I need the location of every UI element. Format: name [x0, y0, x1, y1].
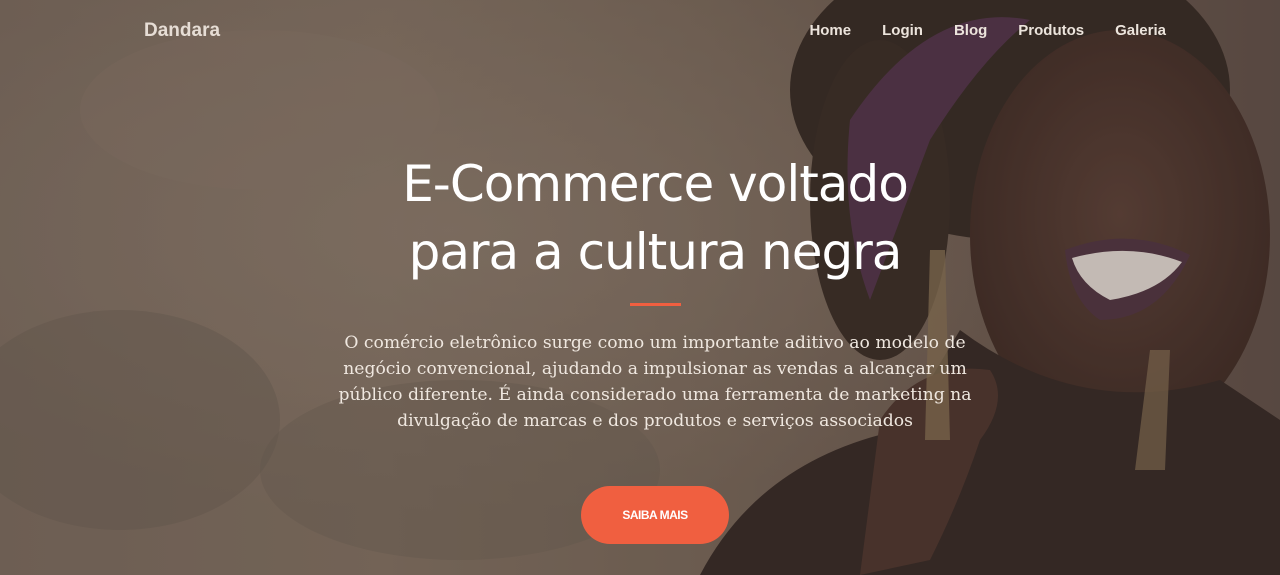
hero-description: O comércio eletrônico surge como um impo…	[338, 333, 972, 431]
headline-divider	[630, 303, 681, 306]
hero-section: Dandara Home Login Blog Produtos Galeria…	[0, 0, 1280, 575]
main-nav: Home Login Blog Produtos Galeria	[809, 22, 1166, 39]
nav-link-blog[interactable]: Blog	[954, 22, 987, 39]
nav-link-galeria[interactable]: Galeria	[1115, 22, 1166, 39]
nav-link-produtos[interactable]: Produtos	[1018, 22, 1084, 39]
saiba-mais-button[interactable]: SAIBA MAIS	[581, 486, 729, 544]
nav-link-login[interactable]: Login	[882, 22, 923, 39]
nav-link-home[interactable]: Home	[809, 22, 851, 39]
hero-headline: E-Commerce voltado para a cultura negra	[290, 150, 1020, 286]
hero-headline-line1: E-Commerce voltado	[402, 155, 909, 213]
hero-headline-line2: para a cultura negra	[408, 223, 903, 281]
brand-logo[interactable]: Dandara	[144, 20, 220, 42]
